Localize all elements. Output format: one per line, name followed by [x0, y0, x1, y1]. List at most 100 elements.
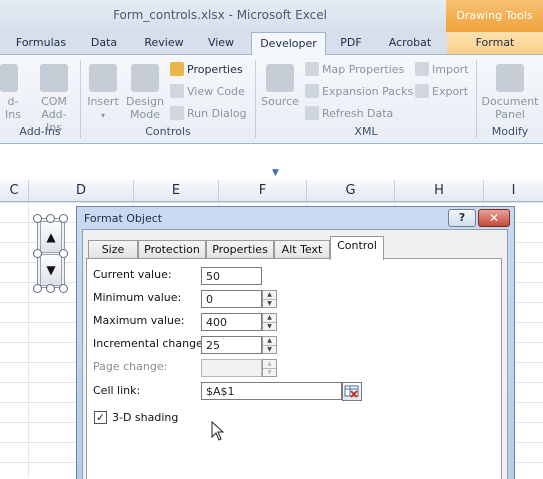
tab-size[interactable]: Size: [88, 240, 138, 259]
toolbox-icon: [89, 64, 117, 92]
resize-handle[interactable]: [33, 214, 42, 223]
mouse-pointer-icon: [211, 420, 225, 444]
group-separator: [80, 60, 81, 138]
group-label-controls: Controls: [145, 125, 191, 138]
resize-handle[interactable]: [59, 284, 68, 293]
spin-down-arrow-icon[interactable]: ▼: [40, 254, 62, 286]
page-change-label: Page change:: [93, 360, 168, 373]
drawing-tools-context-label: Drawing Tools: [446, 0, 543, 32]
resize-handle[interactable]: [59, 214, 68, 223]
minimum-value-label: Minimum value:: [93, 291, 182, 304]
dialog-title: Format Object: [84, 212, 163, 225]
export-button[interactable]: Export: [415, 84, 468, 99]
insert-control-button[interactable]: Insert ▾: [84, 64, 122, 122]
range-select-icon: [344, 385, 359, 398]
cell-link-label: Cell link:: [93, 384, 141, 397]
tab-developer[interactable]: Developer: [251, 32, 326, 56]
spin-down-icon[interactable]: ▼: [263, 322, 276, 331]
view-code-button[interactable]: View Code: [170, 84, 245, 99]
properties-button[interactable]: Properties: [170, 62, 243, 77]
range-selector-button[interactable]: [342, 382, 362, 401]
tab-review[interactable]: Review: [136, 32, 192, 54]
run-dialog-button[interactable]: Run Dialog: [170, 106, 247, 121]
com-addins-button[interactable]: COM Add-Ins: [34, 64, 74, 134]
maximum-value-field[interactable]: 400: [201, 313, 262, 331]
resize-handle[interactable]: [59, 249, 68, 258]
minimum-value-spinner[interactable]: ▲ ▼: [262, 290, 277, 308]
page-change-field: [201, 359, 262, 377]
expansion-packs-label: Expansion Packs: [322, 85, 414, 98]
column-header-c[interactable]: C: [0, 180, 29, 201]
import-button[interactable]: Import: [415, 62, 469, 77]
current-value-field[interactable]: 50: [201, 267, 262, 285]
column-header-f[interactable]: F: [219, 180, 307, 201]
expansion-packs-button[interactable]: Expansion Packs: [305, 84, 413, 99]
tab-formulas[interactable]: Formulas: [8, 32, 74, 54]
tab-properties[interactable]: Properties: [206, 240, 274, 259]
export-icon: [415, 84, 429, 98]
close-button[interactable]: ✕: [478, 209, 510, 227]
tab-format[interactable]: Format: [447, 32, 543, 54]
run-dialog-icon: [170, 106, 184, 120]
spin-up-icon[interactable]: ▲: [263, 314, 276, 322]
com-addins-icon: [40, 64, 68, 92]
group-label-xml: XML: [354, 125, 378, 138]
tab-data[interactable]: Data: [80, 32, 128, 54]
grid-line: [28, 202, 29, 478]
spin-down-icon[interactable]: ▼: [263, 345, 276, 354]
resize-handle[interactable]: [46, 284, 55, 293]
cell-link-field[interactable]: $A$1: [201, 382, 342, 400]
tab-alt-text[interactable]: Alt Text: [274, 240, 330, 259]
tab-acrobat[interactable]: Acrobat: [381, 32, 439, 54]
refresh-data-button[interactable]: Refresh Data: [305, 106, 393, 121]
tab-protection[interactable]: Protection: [138, 240, 206, 259]
maximum-value-spinner[interactable]: ▲ ▼: [262, 313, 277, 331]
document-panel-icon: [496, 64, 524, 92]
addins-button[interactable]: d-Ins: [0, 64, 26, 121]
group-label-addins: Add-Ins: [19, 125, 61, 138]
window-title: Form_controls.xlsx - Microsoft Excel: [113, 8, 327, 22]
group-label-modify: Modify: [491, 125, 529, 138]
document-panel-label: Document Panel: [481, 95, 539, 121]
insert-label: Insert: [87, 95, 119, 108]
help-button[interactable]: ?: [448, 209, 476, 227]
column-header-e[interactable]: E: [134, 180, 219, 201]
spin-down-icon[interactable]: ▼: [263, 299, 276, 308]
column-header-h[interactable]: H: [395, 180, 484, 201]
maximum-value-label: Maximum value:: [93, 314, 185, 327]
map-properties-label: Map Properties: [322, 63, 405, 76]
design-mode-button[interactable]: Design Mode: [124, 64, 166, 121]
view-code-icon: [170, 84, 184, 98]
column-header-d[interactable]: D: [29, 180, 134, 201]
incremental-change-spinner[interactable]: ▲ ▼: [262, 336, 277, 354]
resize-handle[interactable]: [46, 214, 55, 223]
view-code-label: View Code: [187, 85, 245, 98]
expansion-packs-icon: [305, 84, 319, 98]
expand-arrow-icon[interactable]: ▼: [272, 168, 279, 178]
3d-shading-checkbox[interactable]: ✓: [94, 411, 107, 424]
design-mode-icon: [131, 64, 159, 92]
export-label: Export: [432, 85, 469, 98]
resize-handle[interactable]: [33, 249, 42, 258]
incremental-change-field[interactable]: 25: [201, 336, 262, 354]
addins-label: d-Ins: [5, 95, 21, 121]
tab-pdf[interactable]: PDF: [330, 32, 372, 54]
tab-control[interactable]: Control: [330, 236, 384, 260]
spin-up-icon[interactable]: ▲: [263, 291, 276, 299]
map-properties-button[interactable]: Map Properties: [305, 62, 404, 77]
column-header-i[interactable]: I: [484, 180, 543, 201]
tab-view[interactable]: View: [198, 32, 244, 54]
refresh-data-label: Refresh Data: [322, 107, 394, 120]
column-header-g[interactable]: G: [307, 180, 395, 201]
properties-label: Properties: [187, 63, 243, 76]
resize-handle[interactable]: [33, 284, 42, 293]
minimum-value-field[interactable]: 0: [201, 290, 262, 308]
source-button[interactable]: Source: [260, 64, 300, 108]
import-icon: [415, 62, 429, 76]
3d-shading-label[interactable]: 3-D shading: [112, 411, 178, 424]
spin-up-arrow-icon[interactable]: ▲: [40, 221, 62, 253]
map-properties-icon: [305, 62, 319, 76]
spin-up-icon[interactable]: ▲: [263, 337, 276, 345]
document-panel-button[interactable]: Document Panel: [480, 64, 540, 121]
design-mode-label: Design Mode: [126, 95, 164, 121]
